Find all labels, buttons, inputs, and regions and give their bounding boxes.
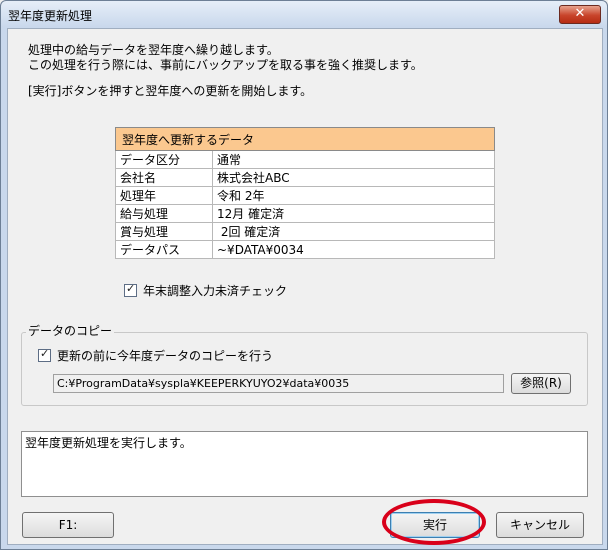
row-value: 株式会社ABC (212, 168, 495, 187)
copy-check-label: 更新の前に今年度データのコピーを行う (57, 349, 274, 363)
row-key: データ区分 (115, 150, 213, 169)
run-button[interactable]: 実行 (390, 512, 480, 538)
window-title: 翌年度更新処理 (8, 9, 93, 23)
log-output: 翌年度更新処理を実行します。 (21, 431, 588, 497)
copy-group-label: データのコピー (26, 322, 115, 339)
row-value: 2回 確定済 (212, 222, 495, 241)
dialog-window: 翌年度更新処理 ✕ 処理中の給与データを翌年度へ繰り越します。 この処理を行う際… (0, 0, 608, 550)
copy-checkbox[interactable] (38, 347, 51, 362)
row-value: ~¥DATA¥0034 (212, 240, 495, 259)
message-line-3: [実行]ボタンを押すと翌年度への更新を開始します。 (28, 84, 313, 98)
copy-group-frame (21, 332, 588, 406)
row-key: 処理年 (115, 186, 213, 205)
year-end-check-row[interactable]: 年末調整入力未済チェック (124, 282, 287, 299)
year-end-checkbox[interactable] (124, 282, 137, 297)
year-end-check-label: 年末調整入力未済チェック (143, 284, 288, 298)
table-row: 処理年 令和 2年 (115, 186, 495, 205)
close-icon[interactable]: ✕ (559, 5, 601, 24)
table-row: 給与処理 12月 確定済 (115, 204, 495, 223)
table-row: データパス ~¥DATA¥0034 (115, 240, 495, 259)
cancel-button[interactable]: キャンセル (496, 512, 584, 538)
update-data-table: 翌年度へ更新するデータ データ区分 通常 会社名 株式会社ABC 処理年 令和 … (115, 127, 495, 259)
message-line-2: この処理を行う際には、事前にバックアップを取る事を強く推奨します。 (28, 58, 423, 72)
table-row: 賞与処理 2回 確定済 (115, 222, 495, 241)
copy-check-row[interactable]: 更新の前に今年度データのコピーを行う (38, 347, 273, 364)
copy-path-field[interactable]: C:¥ProgramData¥syspla¥KEEPERKYUYO2¥data¥… (53, 374, 504, 393)
row-key: 会社名 (115, 168, 213, 187)
dialog-body: 処理中の給与データを翌年度へ繰り越します。 この処理を行う際には、事前にバックア… (7, 28, 603, 545)
title-bar[interactable]: 翌年度更新処理 ✕ (1, 1, 607, 28)
row-key: データパス (115, 240, 213, 259)
row-value: 12月 確定済 (212, 204, 495, 223)
table-header-row: 翌年度へ更新するデータ (115, 127, 495, 151)
row-key: 給与処理 (115, 204, 213, 223)
row-value: 令和 2年 (212, 186, 495, 205)
row-key: 賞与処理 (115, 222, 213, 241)
row-value: 通常 (212, 150, 495, 169)
table-row: データ区分 通常 (115, 150, 495, 169)
table-row: 会社名 株式会社ABC (115, 168, 495, 187)
f1-button[interactable]: F1: (22, 512, 114, 538)
table-header: 翌年度へ更新するデータ (115, 127, 495, 151)
browse-button[interactable]: 参照(R) (511, 373, 571, 394)
